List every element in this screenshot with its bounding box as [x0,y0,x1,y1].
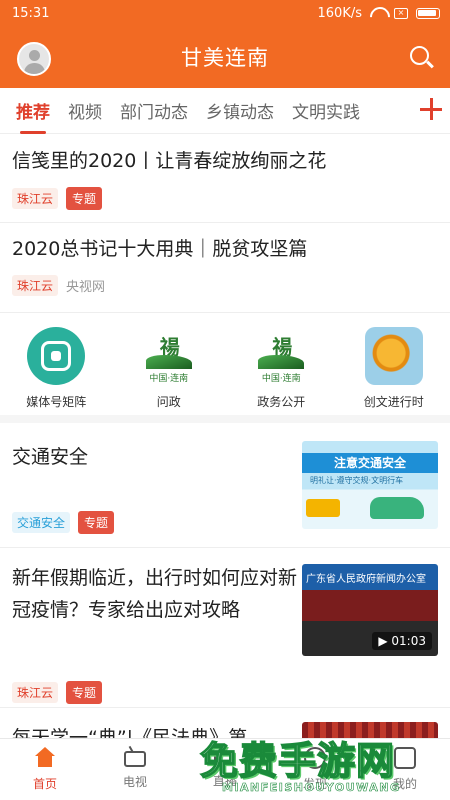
quick-link-label: 媒体号矩阵 [26,395,87,409]
nav-tv[interactable]: 电视 [90,739,180,800]
tab-recommend[interactable]: 推荐 [16,98,50,134]
topic-tag: 专题 [66,187,103,210]
quick-link-label: 问政 [156,395,181,409]
app-title: 甘美连南 [181,46,269,70]
article-title: 新年假期临近，出行时如何应对新冠疫情？专家给出应对攻略 [12,567,298,621]
wifi-icon [370,7,386,19]
media-matrix-glyph [41,341,72,371]
nav-home[interactable]: 首页 [0,739,90,800]
topic-tag: 专题 [78,511,115,534]
home-icon [34,747,56,769]
bottom-nav: 首页 电视 直播 发现 我的 [0,738,450,800]
article-tags: 珠江云 专题 [12,681,103,704]
quick-link-label: 创文进行时 [363,395,424,409]
tab-township-news[interactable]: 乡镇动态 [206,98,274,123]
nav-live[interactable]: 直播 [180,739,270,800]
source-tag: 珠江云 [12,188,59,209]
article-card[interactable]: 交通安全 交通安全 专题 注意交通安全 明礼让·遵守交规·文明行车 [0,423,450,548]
sunflower-icon [364,327,423,385]
grid-icon [394,747,416,769]
thumbnail-caption: 广东省人民政府新闻办公室 [306,574,426,585]
nav-label: 我的 [392,777,417,791]
lian-nan-logo-icon: 禓 中国·连南 [252,327,311,385]
tab-department-news[interactable]: 部门动态 [120,98,188,123]
video-duration: ▶ 01:03 [372,632,432,650]
avatar-body [24,63,45,74]
status-right: 160K/s × [317,5,440,21]
source-tag: 珠江云 [12,682,59,703]
article-title: 2020总书记十大用典｜脱贫攻坚篇 [12,238,308,260]
quick-link-inquiry[interactable]: 禓 中国·连南 问政 [119,327,219,415]
article-title: 信笺里的2020丨让青春绽放绚丽之花 [12,150,327,172]
avatar[interactable] [17,42,51,76]
car-illustration [370,497,424,519]
channel-tabs: 推荐 视频 部门动态 乡镇动态 文明实践 [0,88,450,134]
tab-video[interactable]: 视频 [68,98,102,123]
logo-text: 中国·连南 [261,374,301,384]
nav-label: 直播 [212,774,237,788]
article-tags: 珠江云 专题 [12,187,438,210]
news-feed: 信笺里的2020丨让青春绽放绚丽之花 珠江云 专题 2020总书记十大用典｜脱贫… [0,135,450,758]
source-tag: 珠江云 [12,275,59,296]
article-card[interactable]: 信笺里的2020丨让青春绽放绚丽之花 珠江云 专题 [0,135,450,223]
bus-illustration [306,499,340,517]
article-thumbnail[interactable]: 注意交通安全 明礼让·遵守交规·文明行车 [302,441,438,529]
quick-links: 媒体号矩阵 禓 中国·连南 问政 禓 中国·连南 政务公开 创文进行时 [0,313,450,423]
article-card[interactable]: 新年假期临近，出行时如何应对新冠疫情？专家给出应对攻略 珠江云 专题 广东省人民… [0,548,450,708]
quick-link-label: 政务公开 [257,395,306,409]
search-icon[interactable] [410,46,434,70]
app-header: 甘美连南 [0,26,450,88]
status-time: 15:31 [12,5,50,21]
avatar-head [29,50,40,61]
tv-icon [124,751,146,767]
nav-label: 电视 [122,775,147,789]
source-tag: 交通安全 [12,512,71,533]
quick-link-media-matrix[interactable]: 媒体号矩阵 [6,327,106,415]
article-tags: 珠江云 央视网 [12,275,438,296]
article-tags: 交通安全 专题 [12,511,115,534]
thumbnail-subtitle: 明礼让·遵守交规·文明行车 [310,476,404,485]
nav-label: 首页 [32,777,57,791]
source-name: 央视网 [66,280,106,295]
quick-link-civilization[interactable]: 创文进行时 [344,327,444,415]
add-channel-icon[interactable] [420,98,442,120]
camera-icon [214,752,236,766]
tab-civilization-practice[interactable]: 文明实践 [292,98,360,123]
battery-icon [416,7,440,19]
search-handle [426,60,434,69]
sim-icon: × [394,7,408,19]
logo-hill [258,355,305,369]
top-bar: 15:31 160K/s × 甘美连南 [0,0,450,88]
article-card[interactable]: 2020总书记十大用典｜脱贫攻坚篇 珠江云 央视网 [0,223,450,313]
nav-label: 发现 [302,777,327,791]
media-matrix-icon [27,327,86,385]
topic-tag: 专题 [66,681,103,704]
tabs-fade [380,88,420,132]
video-thumbnail[interactable]: 广东省人民政府新闻办公室 ▶ 01:03 [302,564,438,656]
lian-nan-logo-icon: 禓 中国·连南 [139,327,198,385]
quick-link-gov-affairs[interactable]: 禓 中国·连南 政务公开 [231,327,331,415]
network-speed: 160K/s [317,5,363,21]
thumbnail-banner: 注意交通安全 [302,453,438,473]
duration-text: 01:03 [391,634,426,648]
logo-text: 中国·连南 [149,374,189,384]
logo-hill [145,355,192,369]
nav-mine[interactable]: 我的 [360,739,450,800]
status-bar: 15:31 160K/s × [0,0,450,26]
compass-icon [304,747,326,769]
nav-discover[interactable]: 发现 [270,739,360,800]
